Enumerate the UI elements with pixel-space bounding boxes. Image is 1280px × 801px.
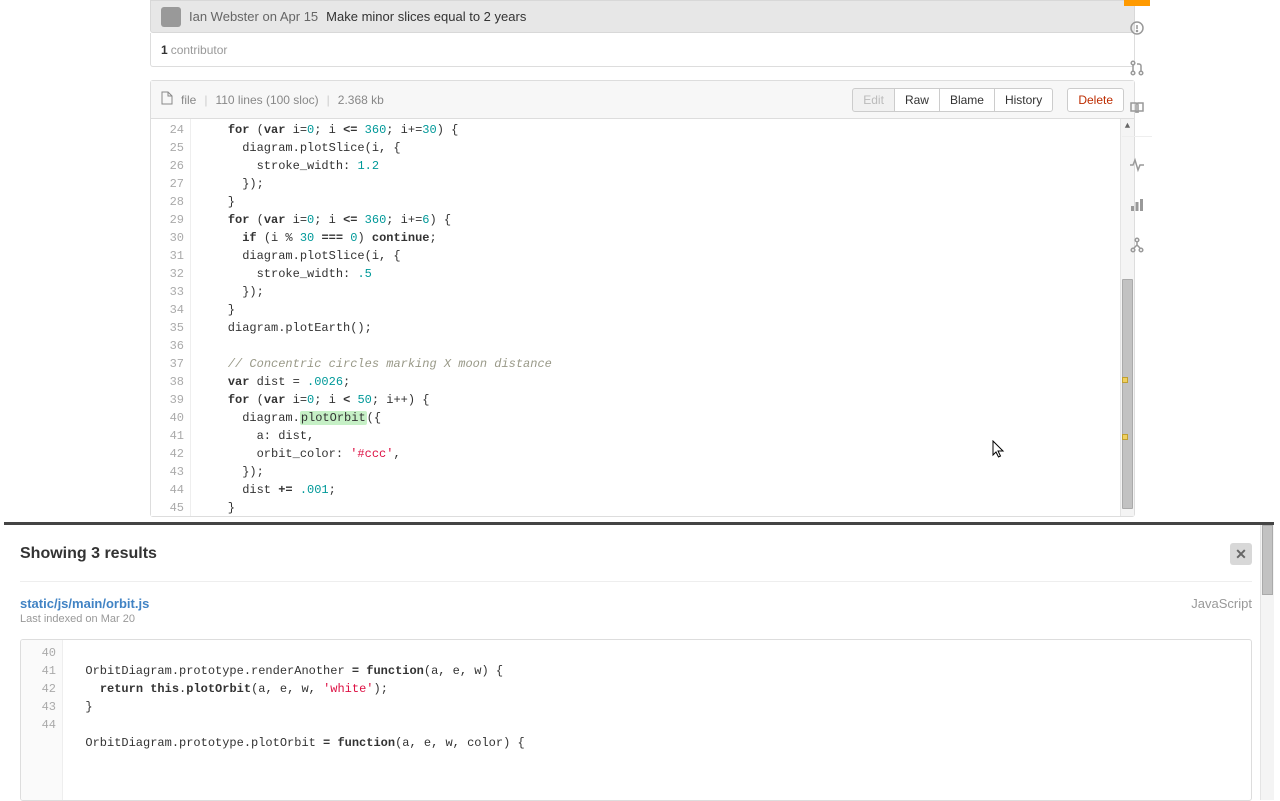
results-title: Showing 3 results bbox=[20, 545, 157, 563]
file-icon bbox=[161, 91, 173, 108]
line-gutter: 2425262728293031323334353637383940414243… bbox=[151, 119, 191, 516]
result-indexed: Last indexed on Mar 20 bbox=[20, 613, 149, 625]
raw-button[interactable]: Raw bbox=[894, 88, 940, 112]
result-file-link[interactable]: static/js/main/orbit.js bbox=[20, 596, 149, 611]
result-language: JavaScript bbox=[1191, 596, 1252, 625]
contributors-bar: 1 contributor bbox=[150, 33, 1135, 67]
snippet-code[interactable]: OrbitDiagram.prototype.renderAnother = f… bbox=[63, 640, 1251, 800]
issues-icon[interactable] bbox=[1122, 10, 1152, 46]
result-snippet[interactable]: 4041424344 OrbitDiagram.prototype.render… bbox=[20, 639, 1252, 801]
sidebar-accent bbox=[1124, 0, 1150, 6]
blame-button[interactable]: Blame bbox=[939, 88, 995, 112]
results-scroll-thumb[interactable] bbox=[1262, 525, 1273, 595]
code-viewer[interactable]: 2425262728293031323334353637383940414243… bbox=[151, 119, 1134, 516]
commit-message[interactable]: Make minor slices equal to 2 years bbox=[326, 9, 526, 24]
network-icon[interactable] bbox=[1122, 227, 1152, 263]
history-button[interactable]: History bbox=[994, 88, 1053, 112]
contributor-label: contributor bbox=[171, 43, 228, 57]
results-header: Showing 3 results ✕ bbox=[20, 533, 1252, 582]
file-actions: Edit Raw Blame History bbox=[852, 88, 1053, 112]
file-size: 2.368 kb bbox=[338, 93, 384, 107]
scroll-marker bbox=[1122, 434, 1128, 440]
contributor-count: 1 bbox=[161, 43, 168, 57]
close-icon[interactable]: ✕ bbox=[1230, 543, 1252, 565]
pull-request-icon[interactable] bbox=[1122, 50, 1152, 86]
scroll-marker bbox=[1122, 377, 1128, 383]
search-results-panel: Showing 3 results ✕ static/js/main/orbit… bbox=[4, 522, 1274, 800]
result-file-row: static/js/main/orbit.js Last indexed on … bbox=[20, 582, 1252, 629]
file-header: file | 110 lines (100 sloc) | 2.368 kb E… bbox=[151, 81, 1134, 119]
snippet-gutter: 4041424344 bbox=[21, 640, 63, 800]
file-label: file bbox=[181, 93, 196, 107]
commit-author[interactable]: Ian Webster on Apr 15 bbox=[189, 9, 318, 24]
delete-button[interactable]: Delete bbox=[1067, 88, 1124, 112]
avatar[interactable] bbox=[161, 7, 181, 27]
pulse-icon[interactable] bbox=[1122, 147, 1152, 183]
wiki-icon[interactable] bbox=[1122, 90, 1152, 126]
graphs-icon[interactable] bbox=[1122, 187, 1152, 223]
code-lines[interactable]: for (var i=0; i <= 360; i+=30) { diagram… bbox=[191, 119, 1134, 516]
commit-bar: Ian Webster on Apr 15 Make minor slices … bbox=[150, 0, 1135, 33]
file-lines: 110 lines (100 sloc) bbox=[215, 93, 318, 107]
file-frame: file | 110 lines (100 sloc) | 2.368 kb E… bbox=[150, 80, 1135, 517]
edit-button[interactable]: Edit bbox=[852, 88, 895, 112]
scroll-thumb[interactable] bbox=[1122, 279, 1133, 509]
results-scrollbar[interactable] bbox=[1260, 525, 1274, 800]
right-sidebar bbox=[1122, 0, 1152, 263]
